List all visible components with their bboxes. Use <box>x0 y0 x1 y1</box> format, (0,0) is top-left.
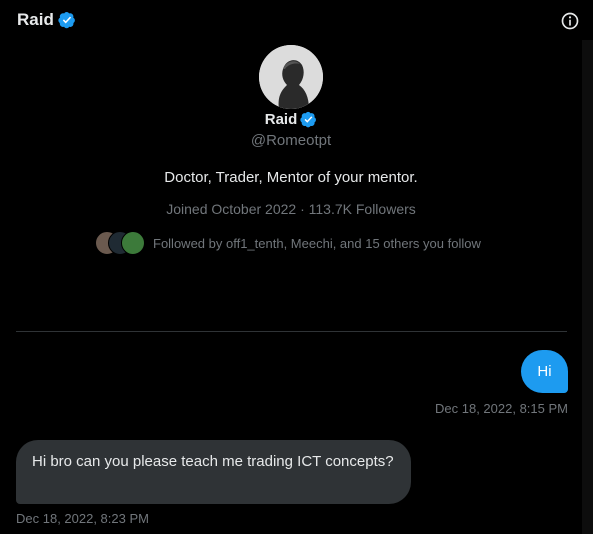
message-timestamp: Dec 18, 2022, 8:15 PM <box>435 401 568 416</box>
follower-avatars <box>95 231 145 255</box>
followed-by-text: Followed by off1_tenth, Meechi, and 15 o… <box>153 235 481 251</box>
message-timestamp: Dec 18, 2022, 8:23 PM <box>16 511 149 526</box>
info-icon[interactable] <box>560 11 580 31</box>
avatar-image <box>259 45 323 109</box>
profile-name-row[interactable]: Raid <box>0 111 582 128</box>
incoming-message-bubble[interactable]: Hi bro can you please teach me trading I… <box>16 440 411 504</box>
conversation-header: Raid <box>0 0 593 40</box>
followed-by-row[interactable]: Followed by off1_tenth, Meechi, and 15 o… <box>95 231 481 255</box>
scrollbar[interactable] <box>582 40 593 534</box>
header-title: Raid <box>17 10 54 29</box>
profile-avatar[interactable] <box>259 45 323 109</box>
profile-meta: Joined October 2022 · 113.7K Followers <box>166 201 416 217</box>
verified-badge-icon <box>58 11 75 29</box>
divider <box>16 331 567 332</box>
message-text: Hi bro can you please teach me trading I… <box>32 453 394 470</box>
profile-name: Raid <box>264 111 298 128</box>
outgoing-message-bubble[interactable]: Hi <box>521 350 568 393</box>
verified-badge-icon <box>300 111 317 128</box>
follower-avatar <box>121 231 145 255</box>
header-title-group[interactable]: Raid <box>17 10 76 30</box>
profile-handle[interactable]: @Romeotpt <box>0 132 582 149</box>
message-text: Hi <box>537 363 552 380</box>
profile-bio: Doctor, Trader, Mentor of your mentor. <box>164 169 418 186</box>
